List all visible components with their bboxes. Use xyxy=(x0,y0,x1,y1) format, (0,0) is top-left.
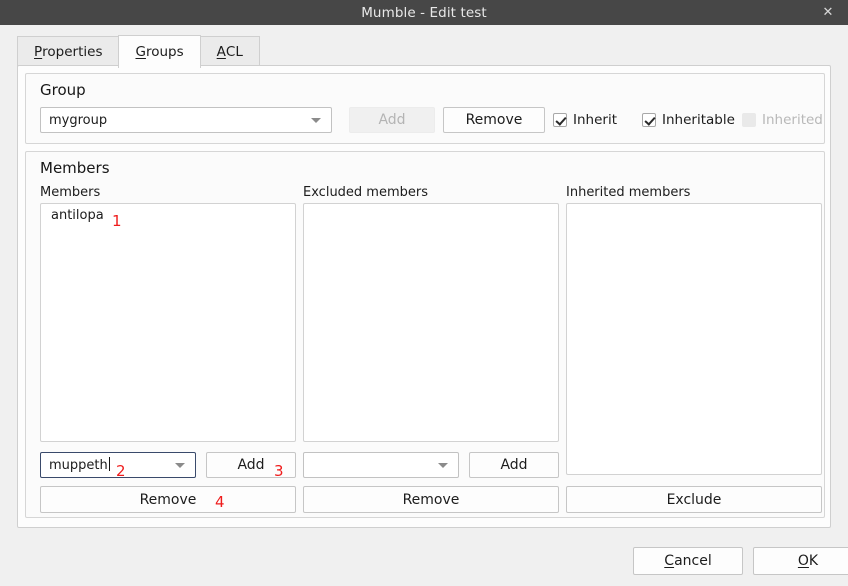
tab-groups-mnemonic: G xyxy=(135,44,146,60)
member-name-input[interactable]: muppeth xyxy=(40,452,196,478)
chevron-down-icon xyxy=(438,462,448,468)
inherit-checkbox[interactable]: Inherit xyxy=(553,107,617,133)
tab-groups-label: roups xyxy=(145,44,184,60)
members-add-label: Add xyxy=(237,457,265,473)
ok-button[interactable]: OK xyxy=(753,547,848,575)
close-icon[interactable]: ✕ xyxy=(817,0,839,25)
tab-acl[interactable]: A CL xyxy=(200,36,260,67)
members-column-header: Members xyxy=(40,185,101,200)
inheritable-checkbox-label: Inheritable xyxy=(662,112,735,128)
members-remove-button[interactable]: Remove xyxy=(40,486,296,513)
excluded-member-name-input[interactable] xyxy=(303,452,459,478)
window-title: Mumble - Edit test xyxy=(361,4,487,21)
inherited-members-exclude-button[interactable]: Exclude xyxy=(566,486,822,513)
excluded-members-remove-button[interactable]: Remove xyxy=(303,486,559,513)
checkbox-icon xyxy=(642,113,656,127)
inheritable-checkbox[interactable]: Inheritable xyxy=(642,107,735,133)
groups-tab-page: Group mygroup Add Remove Inherit Inherit… xyxy=(17,65,831,528)
chevron-down-icon xyxy=(311,117,321,123)
group-add-label: Add xyxy=(378,112,406,128)
members-list[interactable]: antilopa xyxy=(40,203,296,442)
group-select-value: mygroup xyxy=(49,112,108,128)
tab-list: Properties Groups A CL xyxy=(17,35,260,68)
inherited-checkbox-label: Inherited xyxy=(762,112,823,128)
tab-strip: Properties Groups A CL xyxy=(0,25,848,68)
inherit-checkbox-label: Inherit xyxy=(573,112,617,128)
checkbox-icon xyxy=(742,113,756,127)
chevron-down-icon xyxy=(175,462,185,468)
excluded-members-column-header: Excluded members xyxy=(303,185,429,200)
group-add-button[interactable]: Add xyxy=(349,107,435,133)
inherited-members-exclude-label: Exclude xyxy=(666,491,722,508)
list-item[interactable]: antilopa xyxy=(41,204,295,223)
checkbox-icon xyxy=(553,113,567,127)
group-remove-button[interactable]: Remove xyxy=(443,107,545,133)
tab-acl-label: CL xyxy=(225,44,243,60)
group-section: Group mygroup Add Remove Inherit Inherit… xyxy=(25,73,825,144)
members-add-button[interactable]: Add xyxy=(206,452,296,478)
group-select[interactable]: mygroup xyxy=(40,107,332,133)
excluded-members-add-button[interactable]: Add xyxy=(469,452,559,478)
excluded-members-list[interactable] xyxy=(303,203,559,442)
tab-properties-label: roperties xyxy=(42,44,103,60)
excluded-members-remove-label: Remove xyxy=(402,491,460,508)
excluded-members-add-label: Add xyxy=(500,457,528,473)
members-section-title: Members xyxy=(40,159,110,177)
inherited-checkbox: Inherited xyxy=(742,107,823,133)
inherited-members-column-header: Inherited members xyxy=(566,185,691,200)
text-caret xyxy=(108,457,110,471)
ok-button-label: OK xyxy=(797,553,819,569)
inherited-members-list[interactable] xyxy=(566,203,822,475)
window-titlebar: Mumble - Edit test ✕ xyxy=(0,0,848,25)
tab-acl-mnemonic: A xyxy=(216,44,226,60)
cancel-button-label: Cancel xyxy=(664,553,712,569)
group-remove-label: Remove xyxy=(465,112,523,128)
tab-properties[interactable]: Properties xyxy=(17,36,119,67)
members-section: Members Members Excluded members Inherit… xyxy=(25,151,825,518)
tab-properties-mnemonic: P xyxy=(34,44,43,60)
group-section-title: Group xyxy=(40,81,86,99)
tab-groups[interactable]: Groups xyxy=(118,35,201,68)
members-remove-label: Remove xyxy=(139,491,197,508)
member-name-value: muppeth xyxy=(49,457,110,473)
cancel-button[interactable]: Cancel xyxy=(633,547,743,575)
